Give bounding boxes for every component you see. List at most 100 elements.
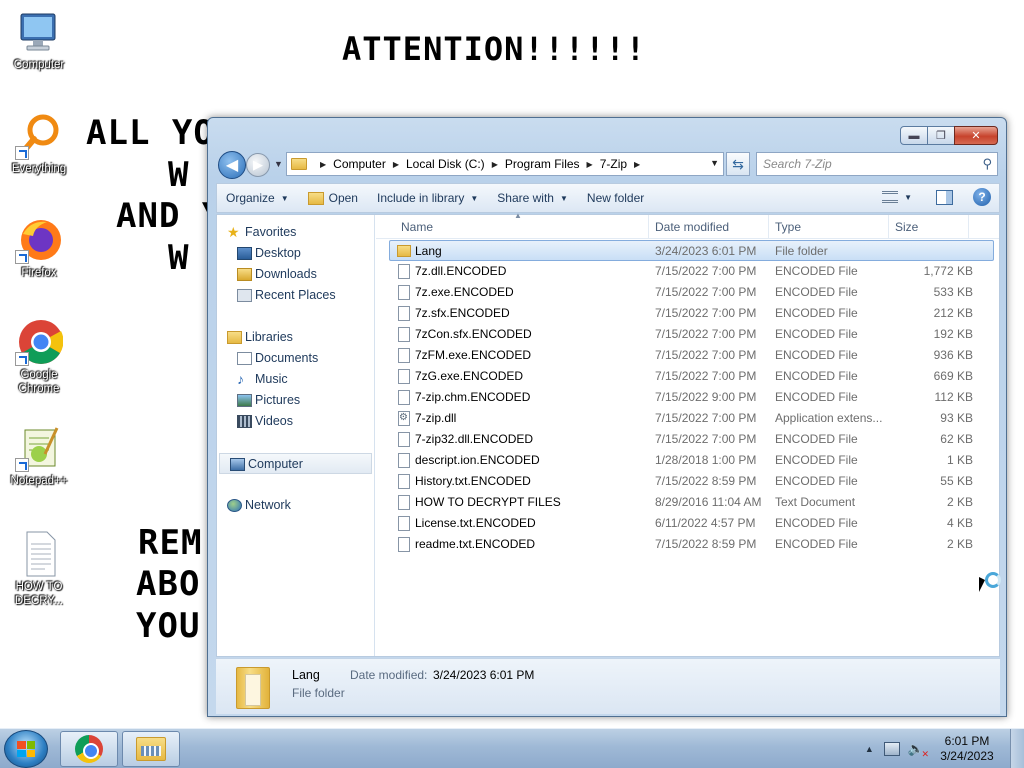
breadcrumb-chevron-icon[interactable]: ▶ [492, 160, 498, 169]
nav-favorites[interactable]: ★ Favorites [217, 222, 374, 243]
details-type: File folder [292, 686, 345, 700]
breadcrumb-chevron-icon[interactable]: ▶ [393, 160, 399, 169]
file-row-selected[interactable]: Lang 3/24/2023 6:01 PM File folder [389, 240, 994, 261]
file-row[interactable]: 7-zip32.dll.ENCODED 7/15/2022 7:00 PM ENCO… [376, 429, 999, 450]
desktop-icon-how-to-decrypt[interactable]: HOW TO DECRY... [1, 530, 77, 608]
show-desktop-button[interactable] [1010, 729, 1024, 768]
column-header-type[interactable]: Type [775, 220, 801, 234]
help-icon[interactable]: ? [973, 188, 991, 206]
breadcrumb-7zip[interactable]: 7-Zip [600, 157, 627, 171]
back-button[interactable]: ◀ [218, 151, 246, 179]
new-folder-button[interactable]: New folder [587, 191, 644, 205]
search-input[interactable]: Search 7-Zip ⚲ [756, 152, 998, 176]
desktop-icon-firefox[interactable]: Firefox [1, 216, 77, 280]
refresh-button[interactable]: ⇆ [726, 152, 750, 176]
videos-icon [237, 415, 252, 428]
breadcrumb-computer[interactable]: Computer [333, 157, 386, 171]
file-row[interactable]: History.txt.ENCODED 7/15/2022 8:59 PM ENCO… [376, 471, 999, 492]
desktop-icon-google-chrome[interactable]: Google Chrome [1, 318, 77, 396]
file-type: ENCODED File [775, 369, 858, 383]
details-pane: Lang Date modified: 3/24/2023 6:01 PM Fi… [216, 658, 1000, 714]
start-button[interactable] [4, 730, 48, 768]
file-row[interactable]: 7-zip.dll 7/15/2022 7:00 PM Application ex… [376, 408, 999, 429]
breadcrumb-chevron-icon[interactable]: ▶ [320, 160, 326, 169]
desktop-icon-label: HOW TO DECRY... [14, 581, 64, 607]
file-row[interactable]: 7-zip.chm.ENCODED 7/15/2022 9:00 PM ENCODE… [376, 387, 999, 408]
taskbar-chrome-button[interactable] [60, 731, 118, 767]
ransom-note-fragment: YOU [136, 606, 201, 646]
desktop-icon-notepadpp[interactable]: Notepad++ [1, 424, 77, 488]
file-icon [398, 453, 410, 468]
volume-muted-icon[interactable]: 🔈 [908, 741, 929, 760]
file-row[interactable]: HOW TO DECRYPT FILES 8/29/2016 11:04 AM Te… [376, 492, 999, 513]
nav-videos[interactable]: Videos [217, 411, 374, 432]
file-type: ENCODED File [775, 348, 858, 362]
open-button[interactable]: Open [307, 191, 358, 205]
address-bar[interactable]: ▶ Computer ▶ Local Disk (C:) ▶ Program F… [286, 152, 724, 176]
preview-pane-icon[interactable] [936, 189, 953, 205]
nav-music[interactable]: ♪ Music [217, 369, 374, 390]
nav-recent-places[interactable]: Recent Places [217, 285, 374, 306]
column-header-date-modified[interactable]: Date modified [655, 220, 729, 234]
file-row[interactable]: 7z.dll.ENCODED 7/15/2022 7:00 PM ENCODED F… [376, 261, 999, 282]
shortcut-arrow-icon [15, 146, 29, 160]
file-size: 192 KB [933, 327, 973, 341]
nav-desktop[interactable]: Desktop [217, 243, 374, 264]
nav-network[interactable]: Network [217, 495, 374, 516]
address-history-dropdown[interactable]: ▼ [710, 158, 719, 168]
file-row[interactable]: 7zCon.sfx.ENCODED 7/15/2022 7:00 PM ENCODE… [376, 324, 999, 345]
file-row[interactable]: 7zFM.exe.ENCODED 7/15/2022 7:00 PM ENCODED… [376, 345, 999, 366]
file-type: ENCODED File [775, 285, 858, 299]
organize-button[interactable]: Organize ▼ [226, 191, 289, 205]
file-date: 7/15/2022 7:00 PM [655, 432, 757, 446]
file-row[interactable]: 7z.sfx.ENCODED 7/15/2022 7:00 PM ENCODED F… [376, 303, 999, 324]
minimize-button[interactable]: ▬ [900, 126, 928, 145]
firefox-icon [15, 216, 63, 264]
file-name: 7zCon.sfx.ENCODED [415, 327, 532, 341]
file-row[interactable]: descript.ion.ENCODED 1/28/2018 1:00 PM ENC… [376, 450, 999, 471]
desktop-icon-label: Notepad++ [10, 475, 68, 487]
nav-downloads[interactable]: Downloads [217, 264, 374, 285]
nav-pictures[interactable]: Pictures [217, 390, 374, 411]
breadcrumb-chevron-icon[interactable]: ▶ [634, 160, 640, 169]
nav-computer[interactable]: Computer [219, 453, 372, 474]
file-type: ENCODED File [775, 264, 858, 278]
chrome-icon [15, 318, 64, 366]
desktop-icon-computer[interactable]: Computer [1, 8, 77, 72]
file-date: 7/15/2022 7:00 PM [655, 348, 757, 362]
search-icon[interactable]: ⚲ [982, 156, 992, 172]
network-status-icon[interactable] [883, 742, 900, 756]
file-type: ENCODED File [775, 327, 858, 341]
nav-documents[interactable]: Documents [217, 348, 374, 369]
maximize-button[interactable]: ❐ [927, 126, 955, 145]
nav-label: Downloads [255, 267, 317, 281]
recent-pages-dropdown[interactable]: ▼ [274, 159, 283, 169]
explorer-window: ▬ ❐ ✕ ◀ ▶ ▼ ▶ Computer ▶ Local Disk (C:)… [207, 117, 1007, 717]
share-with-button[interactable]: Share with ▼ [497, 191, 568, 205]
file-row[interactable]: 7z.exe.ENCODED 7/15/2022 7:00 PM ENCODED F… [376, 282, 999, 303]
taskbar-explorer-button[interactable] [122, 731, 180, 767]
file-date: 6/11/2022 4:57 PM [655, 516, 756, 530]
change-view-icon[interactable] [882, 191, 899, 203]
nav-libraries[interactable]: Libraries [217, 327, 374, 348]
breadcrumb-chevron-icon[interactable]: ▶ [587, 160, 593, 169]
forward-button[interactable]: ▶ [246, 153, 270, 177]
include-in-library-button[interactable]: Include in library ▼ [377, 191, 478, 205]
share-with-label: Share with [497, 191, 554, 205]
taskbar: ▲ 🔈 6:01 PM 3/24/2023 [0, 728, 1024, 768]
breadcrumb-local-disk[interactable]: Local Disk (C:) [406, 157, 485, 171]
column-header-name[interactable]: Name [401, 220, 433, 234]
file-row[interactable]: readme.txt.ENCODED 7/15/2022 8:59 PM ENCOD… [376, 534, 999, 555]
chevron-down-icon[interactable]: ▼ [904, 193, 912, 202]
file-name: descript.ion.ENCODED [415, 453, 540, 467]
clock[interactable]: 6:01 PM 3/24/2023 [932, 734, 1002, 764]
file-row[interactable]: License.txt.ENCODED 6/11/2022 4:57 PM ENCO… [376, 513, 999, 534]
column-header-size[interactable]: Size [895, 220, 918, 234]
close-button[interactable]: ✕ [954, 126, 998, 145]
breadcrumb-program-files[interactable]: Program Files [505, 157, 580, 171]
desktop-icon-everything[interactable]: Everything [1, 112, 77, 176]
file-row[interactable]: 7zG.exe.ENCODED 7/15/2022 7:00 PM ENCODED … [376, 366, 999, 387]
nav-label: Network [245, 498, 291, 512]
show-hidden-icons-icon[interactable]: ▲ [865, 744, 874, 754]
pictures-icon [237, 394, 252, 407]
